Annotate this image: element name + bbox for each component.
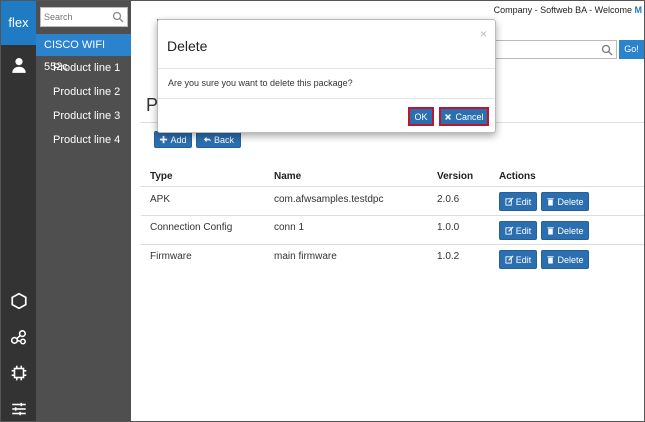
modal-message: Are you sure you want to delete this pac… (168, 78, 353, 88)
delete-modal: Delete × Are you sure you want to delete… (157, 19, 496, 133)
edit-button[interactable]: Edit (499, 192, 537, 211)
chip-icon[interactable] (6, 361, 31, 385)
modal-divider (158, 68, 495, 69)
icon-rail: flex (1, 1, 36, 421)
edit-icon (505, 226, 514, 235)
column-header-type[interactable]: Type (150, 171, 173, 182)
delete-button[interactable]: Delete (541, 221, 589, 240)
user-icon[interactable] (6, 53, 31, 77)
ok-button[interactable]: OK (408, 107, 434, 126)
sidebar-item-product-line-4[interactable]: Product line 4 (53, 130, 131, 150)
sidebar-item-product-line-1[interactable]: Product line 1 (53, 58, 131, 78)
sliders-icon[interactable] (6, 397, 31, 421)
delete-button[interactable]: Delete (541, 250, 589, 269)
edit-button-label: Edit (515, 254, 532, 265)
column-header-version[interactable]: Version (437, 171, 473, 182)
back-button[interactable]: Back (196, 131, 241, 148)
close-icon (445, 113, 452, 120)
back-arrow-icon (203, 136, 212, 143)
modal-divider (158, 98, 495, 99)
network-icon[interactable] (6, 325, 31, 349)
row-divider (141, 186, 644, 187)
search-icon[interactable] (112, 11, 124, 23)
cell-version: 1.0.0 (437, 222, 460, 233)
trash-icon (547, 256, 555, 264)
sidebar-item-product-line-2[interactable]: Product line 2 (53, 82, 131, 102)
welcome-user[interactable]: M (635, 5, 643, 15)
welcome-text: Company - Softweb BA - Welcome M (494, 5, 642, 15)
delete-button-label: Delete (557, 254, 584, 265)
add-button-label: Add (170, 134, 187, 145)
delete-button-label: Delete (557, 196, 584, 207)
hexagon-icon[interactable] (6, 289, 31, 313)
sidebar-item-cisco-wifi[interactable]: CISCO WIFI 552c (36, 34, 131, 73)
cell-type: Connection Config (150, 222, 233, 233)
edit-icon (505, 197, 514, 206)
cell-name: com.afwsamples.testdpc (274, 194, 384, 205)
edit-button[interactable]: Edit (499, 221, 537, 240)
sidebar: CISCO WIFI 552c Product line 1 Product l… (36, 1, 131, 421)
cell-type: APK (150, 194, 171, 205)
cell-name: conn 1 (274, 222, 305, 233)
column-header-actions: Actions (499, 171, 536, 182)
row-divider (141, 244, 644, 245)
delete-button[interactable]: Delete (541, 192, 589, 211)
edit-button-label: Edit (515, 196, 532, 207)
close-icon[interactable]: × (480, 27, 487, 41)
plus-icon (160, 135, 168, 144)
cell-version: 1.0.2 (437, 251, 460, 262)
cell-version: 2.0.6 (437, 194, 460, 205)
back-button-label: Back (213, 134, 234, 145)
welcome-label: Company - Softweb BA - Welcome (493, 5, 635, 15)
trash-icon (547, 227, 555, 235)
go-button[interactable]: Go! (619, 40, 644, 59)
add-button[interactable]: Add (154, 131, 192, 148)
brand-logo[interactable]: flex (1, 1, 36, 45)
cancel-button[interactable]: Cancel (439, 107, 489, 126)
cancel-button-label: Cancel (455, 111, 484, 122)
top-search-input[interactable] (479, 40, 617, 59)
row-divider (141, 215, 644, 216)
edit-button-label: Edit (515, 225, 532, 236)
edit-icon (505, 255, 514, 264)
sidebar-search (40, 7, 128, 27)
cell-name: main firmware (274, 251, 337, 262)
search-icon (601, 44, 613, 56)
delete-button-label: Delete (557, 225, 584, 236)
modal-title: Delete (167, 38, 208, 54)
edit-button[interactable]: Edit (499, 250, 537, 269)
sidebar-search-input[interactable] (41, 8, 111, 26)
cell-type: Firmware (150, 251, 192, 262)
trash-icon (547, 198, 555, 206)
sidebar-item-product-line-3[interactable]: Product line 3 (53, 106, 131, 126)
column-header-name[interactable]: Name (274, 171, 301, 182)
